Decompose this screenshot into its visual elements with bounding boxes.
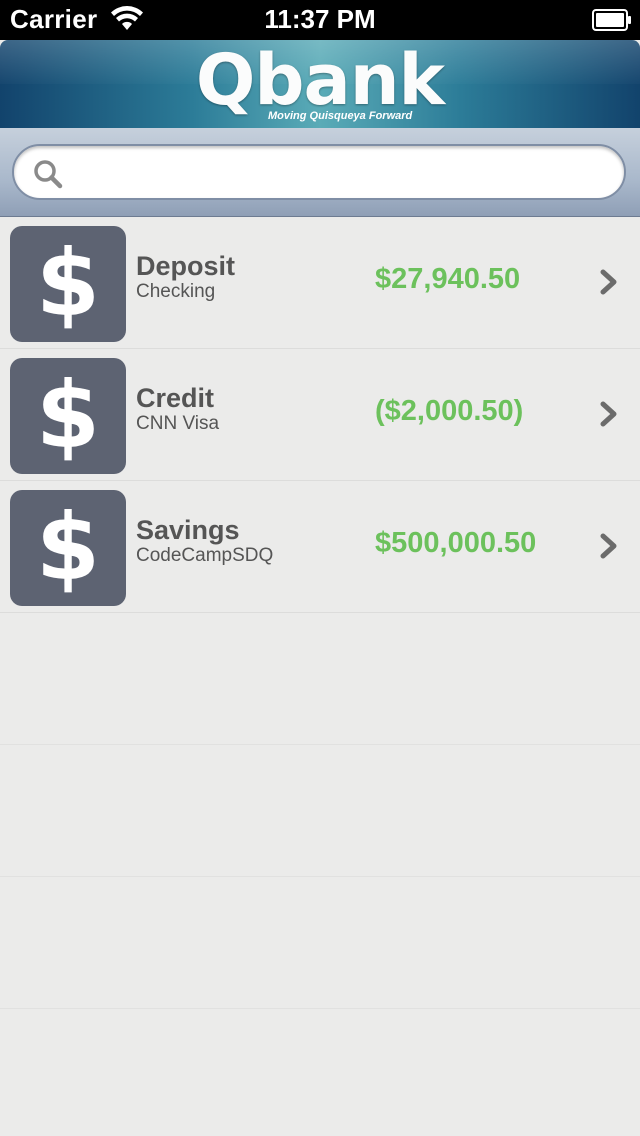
search-input[interactable]	[12, 144, 626, 200]
account-list: $ Deposit Checking $27,940.50 $ Credit C…	[0, 217, 640, 1136]
account-name: Credit	[136, 383, 215, 413]
empty-row	[0, 745, 640, 877]
account-row-deposit[interactable]: $ Deposit Checking $27,940.50	[0, 217, 640, 349]
account-row-credit[interactable]: $ Credit CNN Visa ($2,000.50)	[0, 349, 640, 481]
empty-row	[0, 1009, 640, 1136]
account-row-savings[interactable]: $ Savings CodeCampSDQ $500,000.50	[0, 481, 640, 613]
chevron-right-icon	[600, 401, 617, 427]
dollar-icon: $	[10, 490, 126, 606]
chevron-right-icon	[600, 269, 617, 295]
app-header: Qbank Moving Quisqueya Forward	[0, 40, 640, 128]
search-bar	[0, 128, 640, 217]
dollar-icon: $	[10, 226, 126, 342]
empty-row	[0, 877, 640, 1009]
empty-row	[0, 613, 640, 745]
account-balance: $500,000.50	[375, 527, 537, 559]
battery-icon	[592, 9, 631, 31]
account-balance: ($2,000.50)	[375, 395, 524, 427]
account-balance: $27,940.50	[375, 263, 521, 295]
app-logo: Qbank	[195, 40, 445, 121]
account-name: Savings	[136, 515, 240, 545]
dollar-icon: $	[10, 358, 126, 474]
account-type: Checking	[136, 281, 216, 302]
app-tagline: Moving Quisqueya Forward	[268, 110, 413, 122]
status-bar: Carrier 11:37 PM	[0, 0, 640, 40]
account-type: CodeCampSDQ	[136, 545, 274, 566]
status-time: 11:37 PM	[264, 4, 376, 34]
search-icon	[34, 160, 63, 189]
chevron-right-icon	[600, 533, 617, 559]
account-name: Deposit	[136, 251, 236, 281]
account-type: CNN Visa	[136, 413, 220, 434]
